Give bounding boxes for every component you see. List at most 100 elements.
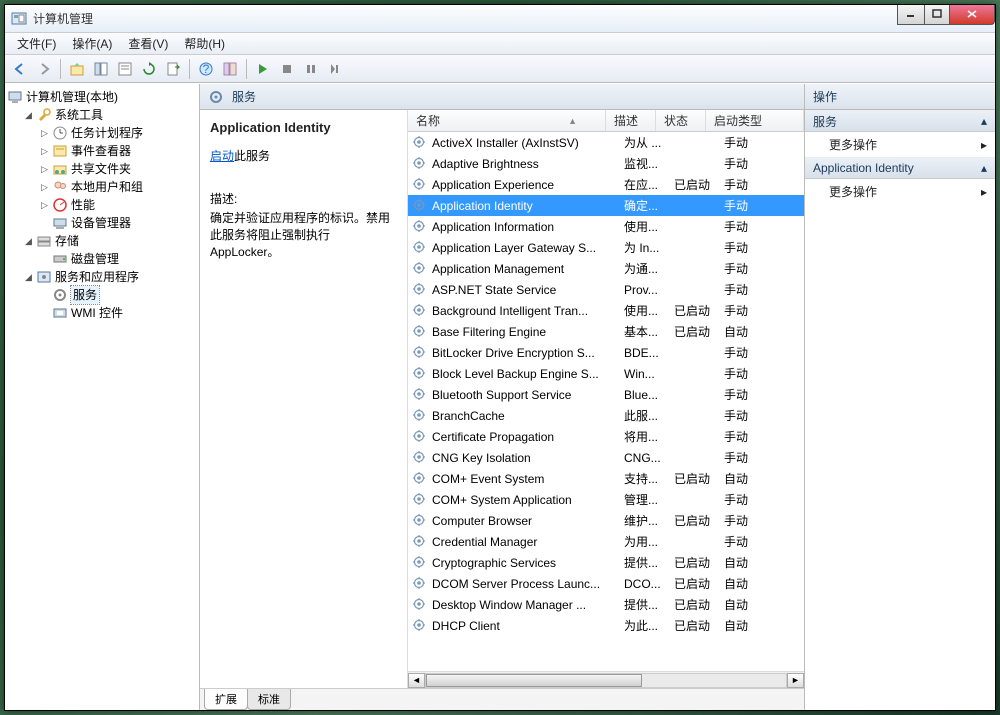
service-row[interactable]: COM+ Event System支持...已启动自动 bbox=[408, 468, 804, 489]
action-more-services[interactable]: 更多操作 ▸ bbox=[805, 132, 995, 157]
column-startup[interactable]: 启动类型 bbox=[706, 110, 804, 131]
action-more-identity[interactable]: 更多操作 ▸ bbox=[805, 179, 995, 204]
restart-service-button[interactable] bbox=[324, 58, 346, 80]
service-row[interactable]: Block Level Backup Engine S...Win...手动 bbox=[408, 363, 804, 384]
service-row[interactable]: Computer Browser维护...已启动手动 bbox=[408, 510, 804, 531]
tree-event-viewer[interactable]: ▷事件查看器 bbox=[39, 142, 197, 160]
scroll-left-button[interactable]: ◄ bbox=[408, 673, 425, 688]
stop-service-button[interactable] bbox=[276, 58, 298, 80]
action-section-identity[interactable]: Application Identity ▴ bbox=[805, 157, 995, 179]
service-row[interactable]: Cryptographic Services提供...已启动自动 bbox=[408, 552, 804, 573]
service-startup: 自动 bbox=[724, 323, 804, 340]
menu-help[interactable]: 帮助(H) bbox=[176, 33, 233, 54]
tree-task-scheduler[interactable]: ▷任务计划程序 bbox=[39, 124, 197, 142]
list-header: 名称▲ 描述 状态 启动类型 bbox=[408, 110, 804, 132]
tree-device-manager[interactable]: ▷设备管理器 bbox=[39, 214, 197, 232]
service-row[interactable]: DHCP Client为此...已启动自动 bbox=[408, 615, 804, 636]
menu-file[interactable]: 文件(F) bbox=[9, 33, 64, 54]
service-row[interactable]: Background Intelligent Tran...使用...已启动手动 bbox=[408, 300, 804, 321]
service-row[interactable]: Base Filtering Engine基本...已启动自动 bbox=[408, 321, 804, 342]
collapse-icon[interactable]: ◢ bbox=[23, 110, 34, 121]
scroll-thumb[interactable] bbox=[426, 674, 642, 687]
service-row[interactable]: Adaptive Brightness监视...手动 bbox=[408, 153, 804, 174]
minimize-button[interactable] bbox=[897, 5, 925, 25]
service-row[interactable]: Bluetooth Support ServiceBlue...手动 bbox=[408, 384, 804, 405]
service-row[interactable]: Desktop Window Manager ...提供...已启动自动 bbox=[408, 594, 804, 615]
column-desc[interactable]: 描述 bbox=[606, 110, 656, 131]
menu-action[interactable]: 操作(A) bbox=[64, 33, 120, 54]
gear-icon bbox=[412, 408, 428, 424]
scroll-track[interactable] bbox=[425, 673, 787, 688]
service-row[interactable]: Certificate Propagation将用...手动 bbox=[408, 426, 804, 447]
close-button[interactable] bbox=[949, 5, 995, 25]
tree-local-users[interactable]: ▷本地用户和组 bbox=[39, 178, 197, 196]
service-row[interactable]: CNG Key IsolationCNG...手动 bbox=[408, 447, 804, 468]
service-row[interactable]: BranchCache此服...手动 bbox=[408, 405, 804, 426]
service-row[interactable]: DCOM Server Process Launc...DCO...已启动自动 bbox=[408, 573, 804, 594]
toolbar-button-2[interactable] bbox=[219, 58, 241, 80]
service-startup: 手动 bbox=[724, 449, 804, 466]
service-row[interactable]: ASP.NET State ServiceProv...手动 bbox=[408, 279, 804, 300]
menu-view[interactable]: 查看(V) bbox=[120, 33, 176, 54]
refresh-button[interactable] bbox=[138, 58, 160, 80]
column-name[interactable]: 名称▲ bbox=[408, 110, 606, 131]
service-row[interactable]: BitLocker Drive Encryption S...BDE...手动 bbox=[408, 342, 804, 363]
action-section-services[interactable]: 服务 ▴ bbox=[805, 110, 995, 132]
expand-icon[interactable]: ▷ bbox=[39, 146, 50, 157]
pause-service-button[interactable] bbox=[300, 58, 322, 80]
service-desc: 为通... bbox=[624, 260, 674, 277]
titlebar[interactable]: 计算机管理 bbox=[5, 5, 995, 33]
list-body[interactable]: ActiveX Installer (AxInstSV)为从 ...手动Adap… bbox=[408, 132, 804, 671]
service-name: Application Experience bbox=[432, 178, 624, 192]
service-status: 已启动 bbox=[674, 617, 724, 634]
tree-panel[interactable]: 计算机管理(本地) ◢ 系统工具 ▷任务计划程序 ▷事件查看器 ▷共享文件夹 bbox=[5, 84, 200, 710]
service-row[interactable]: Application Identity确定...手动 bbox=[408, 195, 804, 216]
service-desc: 监视... bbox=[624, 155, 674, 172]
expand-icon[interactable]: ▷ bbox=[39, 128, 50, 139]
service-row[interactable]: Application Experience在应...已启动手动 bbox=[408, 174, 804, 195]
service-name: ActiveX Installer (AxInstSV) bbox=[432, 136, 624, 150]
export-button[interactable] bbox=[162, 58, 184, 80]
expand-icon[interactable]: ▷ bbox=[39, 182, 50, 193]
expand-icon[interactable]: ▷ bbox=[39, 200, 50, 211]
gear-icon bbox=[412, 177, 428, 193]
maximize-button[interactable] bbox=[924, 5, 950, 25]
service-desc: 将用... bbox=[624, 428, 674, 445]
window-title: 计算机管理 bbox=[33, 10, 898, 27]
column-status[interactable]: 状态 bbox=[656, 110, 706, 131]
forward-button[interactable] bbox=[33, 58, 55, 80]
share-icon bbox=[52, 161, 68, 177]
tab-standard[interactable]: 标准 bbox=[247, 689, 291, 710]
collapse-icon[interactable]: ◢ bbox=[23, 272, 34, 283]
scroll-right-button[interactable]: ► bbox=[787, 673, 804, 688]
tree-wmi[interactable]: ▷WMI 控件 bbox=[39, 304, 197, 322]
horizontal-scrollbar[interactable]: ◄ ► bbox=[408, 671, 804, 688]
up-button[interactable] bbox=[66, 58, 88, 80]
start-service-button[interactable] bbox=[252, 58, 274, 80]
show-hide-tree-button[interactable] bbox=[90, 58, 112, 80]
help-button[interactable]: ? bbox=[195, 58, 217, 80]
service-row[interactable]: Application Information使用...手动 bbox=[408, 216, 804, 237]
tree-disk-management[interactable]: ▷磁盘管理 bbox=[39, 250, 197, 268]
tree-performance[interactable]: ▷性能 bbox=[39, 196, 197, 214]
back-button[interactable] bbox=[9, 58, 31, 80]
collapse-icon[interactable]: ◢ bbox=[23, 236, 34, 247]
gear-icon bbox=[52, 287, 68, 303]
service-row[interactable]: Application Management为通...手动 bbox=[408, 258, 804, 279]
tree-root[interactable]: 计算机管理(本地) bbox=[7, 88, 197, 106]
tab-extended[interactable]: 扩展 bbox=[204, 689, 248, 710]
tree-shared-folders[interactable]: ▷共享文件夹 bbox=[39, 160, 197, 178]
service-row[interactable]: Credential Manager为用...手动 bbox=[408, 531, 804, 552]
service-row[interactable]: Application Layer Gateway S...为 In...手动 bbox=[408, 237, 804, 258]
tree-storage[interactable]: ◢ 存储 bbox=[23, 232, 197, 250]
start-service-link[interactable]: 启动 bbox=[210, 149, 234, 163]
tree-services[interactable]: ▷服务 bbox=[39, 286, 197, 304]
service-desc: 确定... bbox=[624, 197, 674, 214]
tree-services-apps[interactable]: ◢ 服务和应用程序 bbox=[23, 268, 197, 286]
properties-button[interactable] bbox=[114, 58, 136, 80]
service-startup: 手动 bbox=[724, 218, 804, 235]
service-row[interactable]: COM+ System Application管理...手动 bbox=[408, 489, 804, 510]
expand-icon[interactable]: ▷ bbox=[39, 164, 50, 175]
tree-system-tools[interactable]: ◢ 系统工具 bbox=[23, 106, 197, 124]
service-row[interactable]: ActiveX Installer (AxInstSV)为从 ...手动 bbox=[408, 132, 804, 153]
